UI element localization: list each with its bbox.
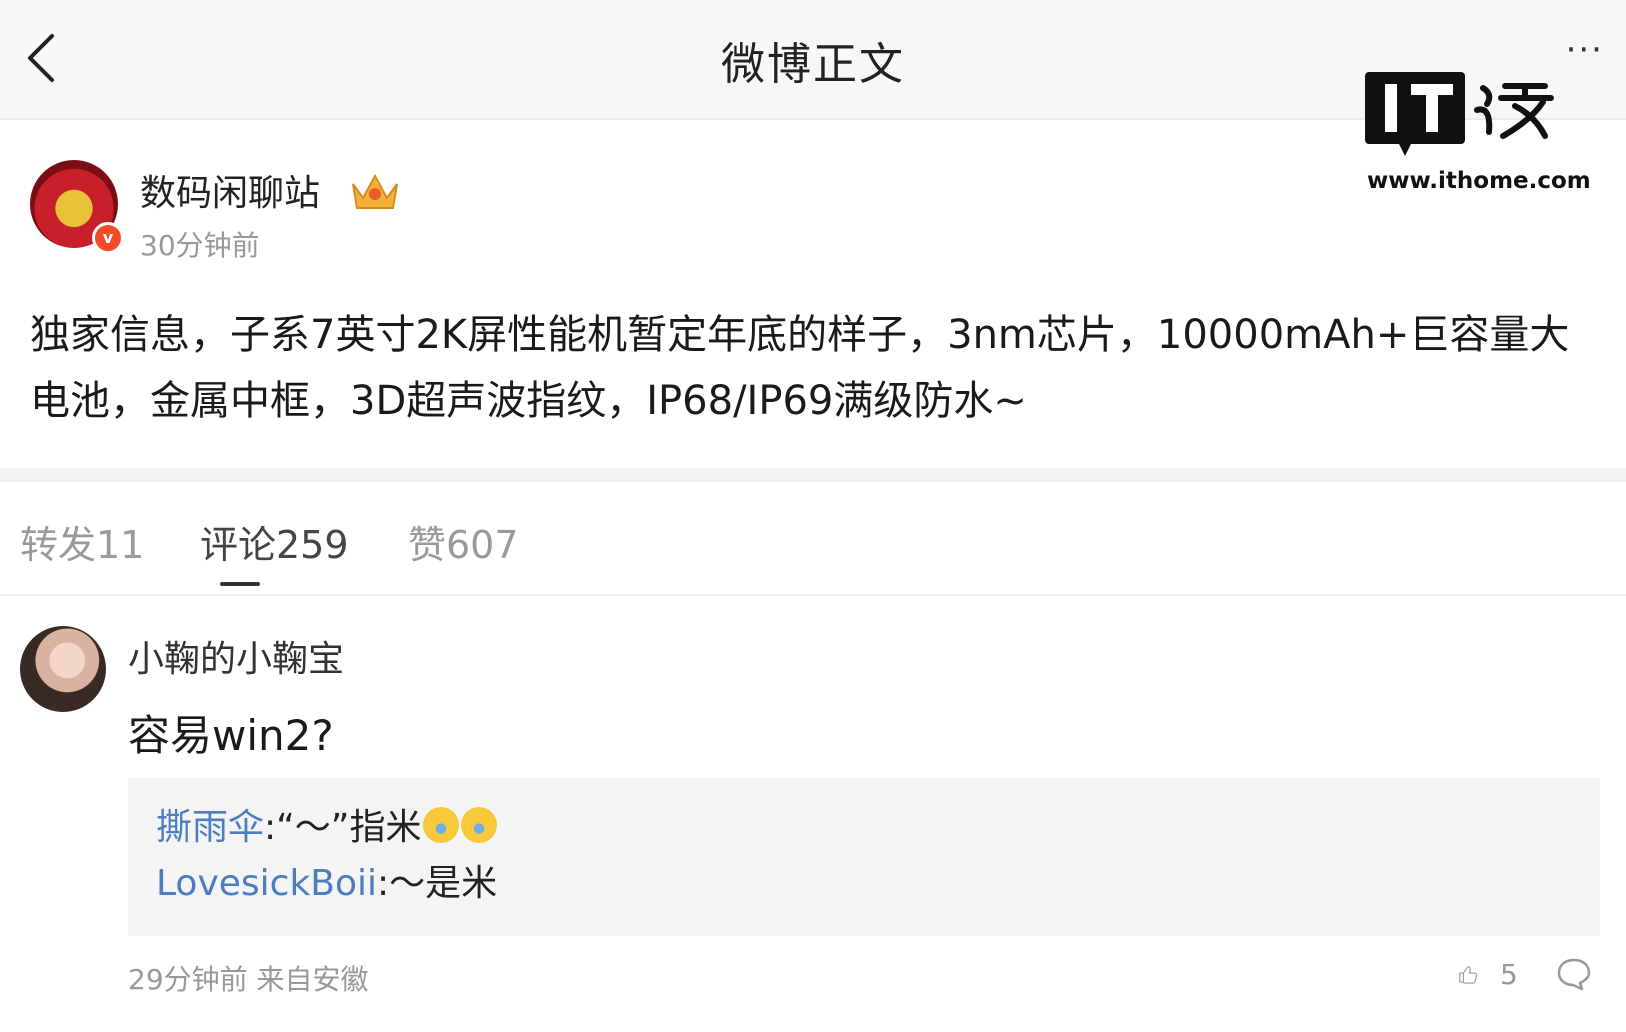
commenter-name[interactable]: 小鞠的小鞠宝 [128,630,344,682]
active-tab-indicator [220,582,260,586]
verified-icon: v [92,222,124,254]
reply-user[interactable]: LovesickBoii [156,863,377,904]
reply-box[interactable]: 撕雨伞:“～”指米 LovesickBoii:～是米 [128,778,1600,936]
reply-text: :“～”指米 [264,807,422,848]
tab-bar: 转发11 评论259 赞607 [0,482,1626,596]
author-avatar[interactable]: v [30,160,124,254]
reply-item: LovesickBoii:～是米 [156,854,497,906]
crown-icon [352,173,398,209]
reply-text: :～是米 [377,863,498,904]
author-name[interactable]: 数码闲聊站 [140,164,320,216]
reply-item: 撕雨伞:“～”指米 [156,798,498,850]
tab-reposts[interactable]: 转发11 [20,514,144,569]
reply-user[interactable]: 撕雨伞 [156,807,264,848]
laughing-emoji-icon [423,807,460,843]
post-content: 独家信息，子系7英寸2K屏性能机暂定年底的样子，3nm芯片，10000mAh+巨… [30,312,1570,424]
post-time: 30分钟前 [140,229,260,262]
comment-meta: 29分钟前 来自安徽 [128,963,369,996]
comment-text: 容易win2? [128,711,334,760]
tab-comments[interactable]: 评论259 [200,514,349,569]
more-dots-icon[interactable]: ··· [1566,33,1604,67]
divider [0,468,1626,482]
watermark-url: www.ithome.com [1367,168,1591,194]
commenter-avatar[interactable] [20,626,106,712]
thumbs-up-icon[interactable] [1458,954,1494,994]
laughing-emoji-icon [461,807,498,843]
comment-bubble-icon[interactable] [1556,956,1592,992]
like-count: 5 [1500,958,1518,991]
tab-likes[interactable]: 赞607 [408,514,519,569]
